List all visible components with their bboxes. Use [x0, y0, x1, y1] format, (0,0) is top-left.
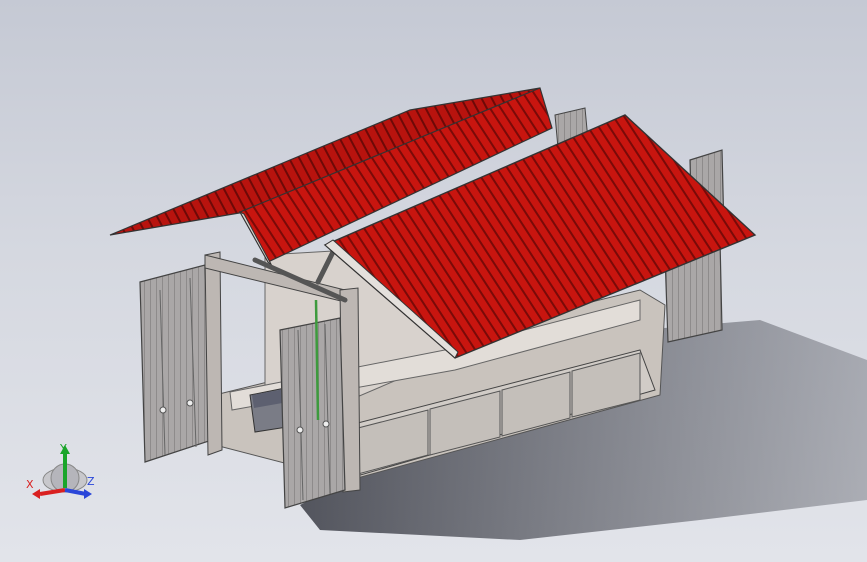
3d-viewport[interactable]: Y X Z: [0, 0, 867, 562]
container-house-model[interactable]: [0, 0, 867, 562]
z-axis-label: Z: [87, 475, 95, 488]
x-axis-arrow: [39, 488, 66, 496]
x-axis-label: X: [26, 478, 34, 491]
y-axis-label: Y: [59, 442, 67, 455]
coordinate-triad[interactable]: Y X Z: [20, 440, 110, 510]
left-door[interactable]: [139, 264, 213, 463]
z-axis-arrow: [64, 488, 87, 496]
front-right-door[interactable]: [279, 317, 346, 509]
